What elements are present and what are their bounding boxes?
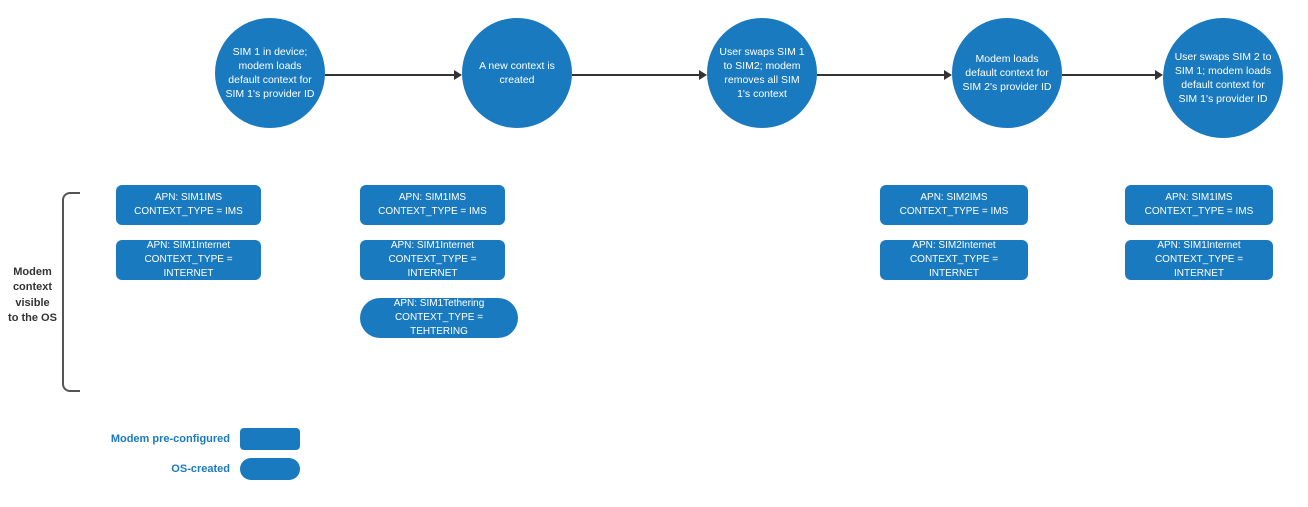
context-box-2a: APN: SIM1IMSCONTEXT_TYPE = IMS: [360, 185, 505, 225]
context-box-5a: APN: SIM1IMSCONTEXT_TYPE = IMS: [1125, 185, 1273, 225]
os-label: Modem context visibleto the OS: [5, 265, 60, 327]
step1-text: SIM 1 in device; modem loads default con…: [225, 45, 315, 102]
step-circle-1: SIM 1 in device; modem loads default con…: [215, 18, 325, 128]
step-circle-2: A new context is created: [462, 18, 572, 128]
step-circle-3: User swaps SIM 1 to SIM2; modem removes …: [707, 18, 817, 128]
context-box-4b: APN: SIM2InternetCONTEXT_TYPE = INTERNET: [880, 240, 1028, 280]
step-circle-4: Modem loads default context for SIM 2's …: [952, 18, 1062, 128]
step5-text: User swaps SIM 2 to SIM 1; modem loads d…: [1173, 50, 1273, 107]
arrow-4: [1062, 70, 1163, 80]
context-box-5b: APN: SIM1InternetCONTEXT_TYPE = INTERNET: [1125, 240, 1273, 280]
arrow-2: [572, 70, 707, 80]
arrow-3: [817, 70, 952, 80]
context-box-2b: APN: SIM1InternetCONTEXT_TYPE = INTERNET: [360, 240, 505, 280]
context-box-2c: APN: SIM1TetheringCONTEXT_TYPE = TEHTERI…: [360, 298, 518, 338]
context-box-1a: APN: SIM1IMSCONTEXT_TYPE = IMS: [116, 185, 261, 225]
step-circle-5: User swaps SIM 2 to SIM 1; modem loads d…: [1163, 18, 1283, 138]
step3-text: User swaps SIM 1 to SIM2; modem removes …: [717, 45, 807, 102]
legend-preconfigured-label: Modem pre-configured: [100, 433, 230, 445]
os-brace: [62, 192, 80, 392]
context-box-1b: APN: SIM1InternetCONTEXT_TYPE = INTERNET: [116, 240, 261, 280]
context-box-4a: APN: SIM2IMSCONTEXT_TYPE = IMS: [880, 185, 1028, 225]
legend-os-created-label: OS-created: [100, 463, 230, 475]
legend-area: Modem pre-configured OS-created: [100, 428, 300, 488]
step4-text: Modem loads default context for SIM 2's …: [962, 52, 1052, 95]
arrow-1: [325, 70, 462, 80]
legend-preconfigured: Modem pre-configured: [100, 428, 300, 450]
legend-os-created: OS-created: [100, 458, 300, 480]
step2-text: A new context is created: [472, 59, 562, 87]
legend-os-created-swatch: [240, 458, 300, 480]
diagram-container: SIM 1 in device; modem loads default con…: [0, 0, 1308, 507]
legend-preconfigured-swatch: [240, 428, 300, 450]
